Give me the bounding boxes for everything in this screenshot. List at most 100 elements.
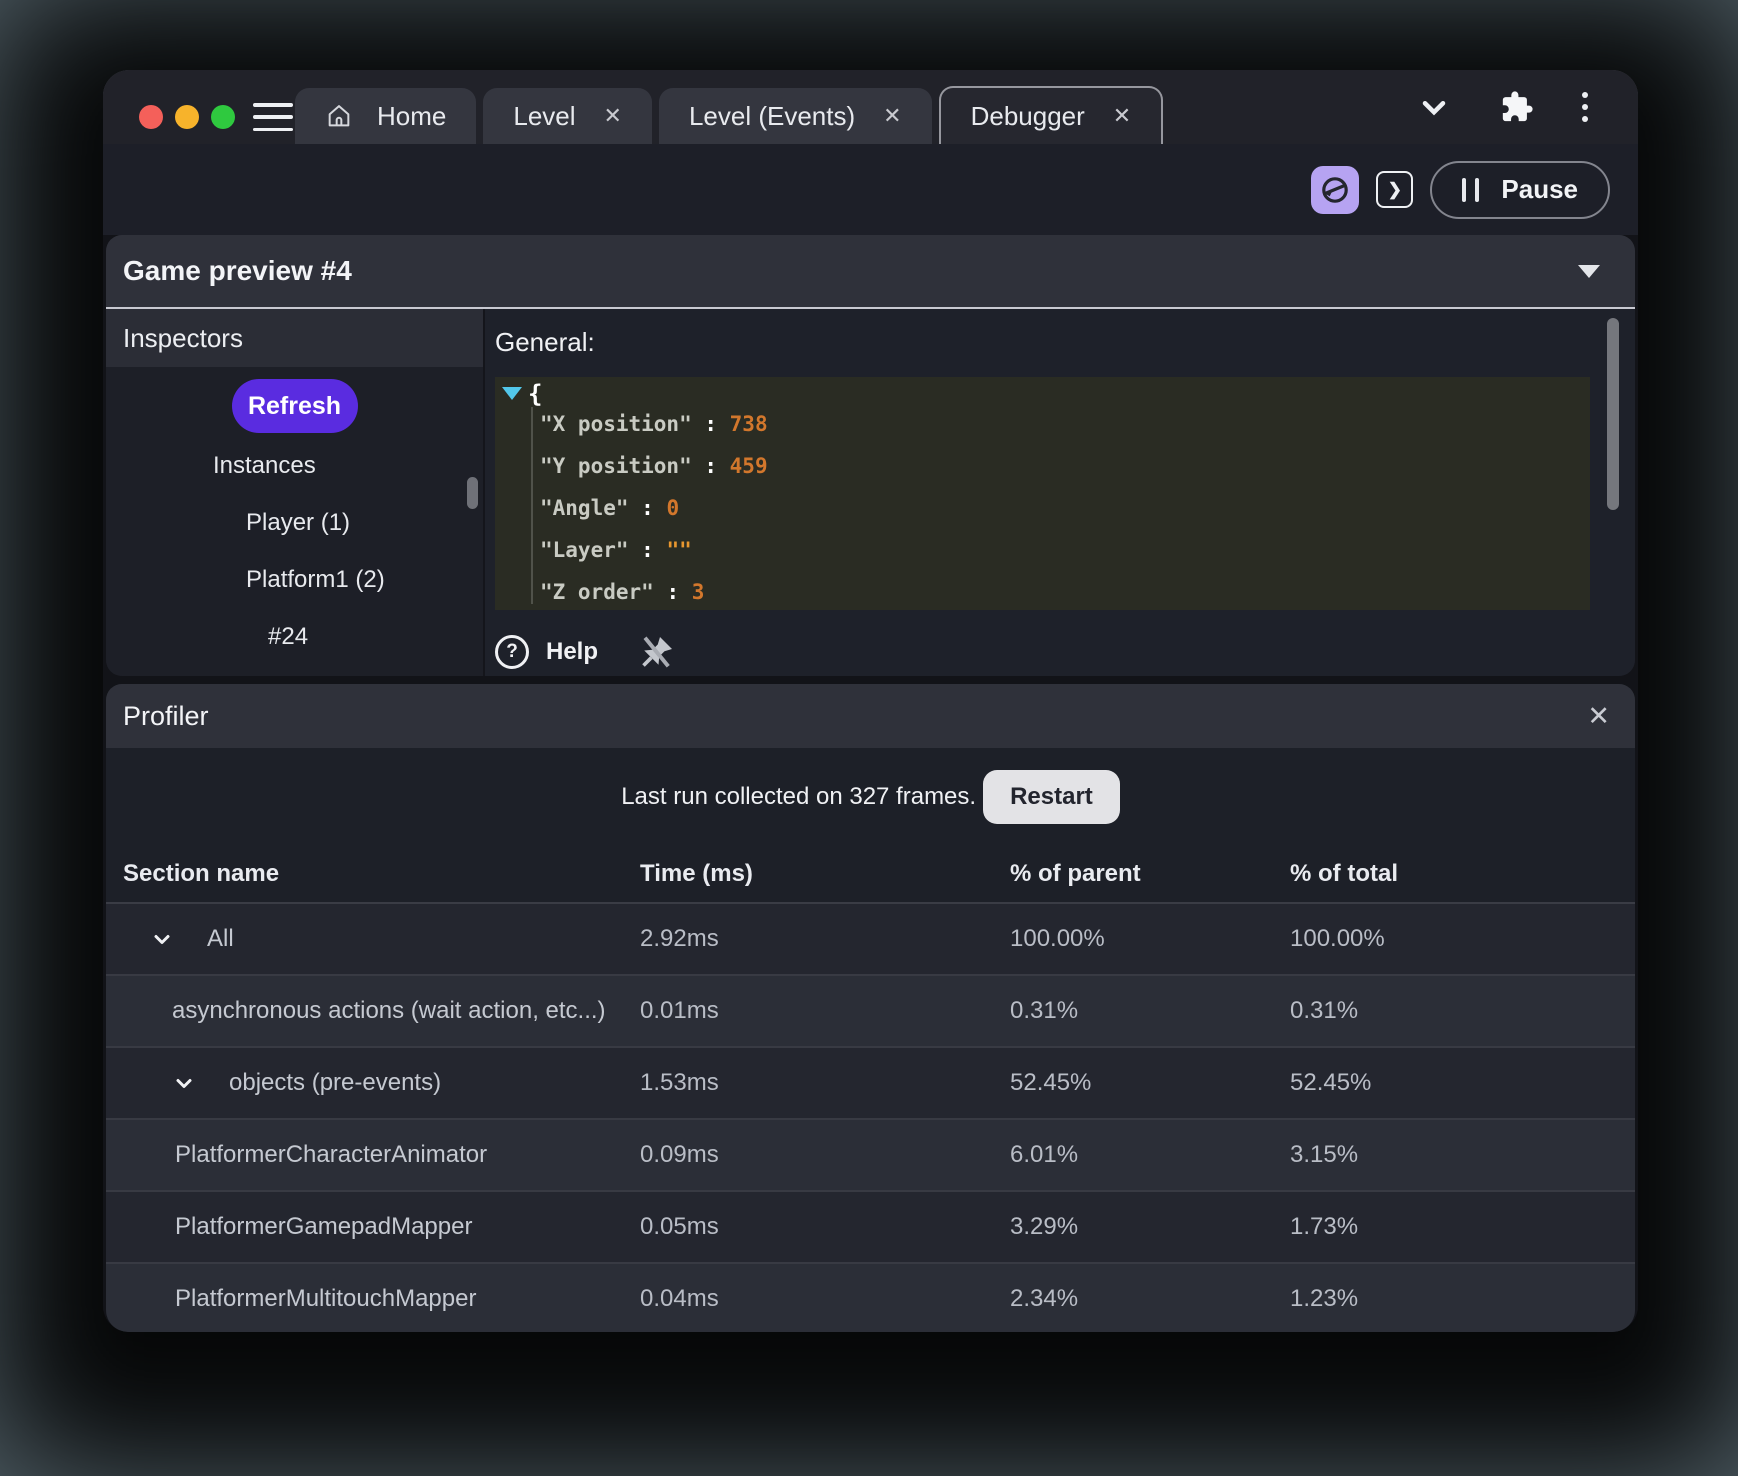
section-name-label: PlatformerGamepadMapper <box>175 1213 473 1240</box>
expand-chevron-icon[interactable] <box>150 927 174 951</box>
time-cell: 0.05ms <box>640 1213 719 1240</box>
percent-parent-cell: 100.00% <box>1010 925 1105 952</box>
question-circle-icon[interactable]: ? <box>495 635 529 669</box>
help-row: ? Help <box>495 634 675 670</box>
inspector-tree-item[interactable]: Player (1) <box>106 494 483 551</box>
titlebar: Home ✕ Level ✕ Level (Events) ✕ <box>103 70 1638 144</box>
tab-close-icon[interactable]: ✕ <box>600 103 622 129</box>
json-property-line: "X position" : 738 <box>540 412 768 436</box>
caret-down-icon[interactable] <box>1578 265 1600 278</box>
minimize-window-button[interactable] <box>175 105 199 129</box>
close-icon[interactable]: ✕ <box>1587 701 1610 732</box>
json-value: 459 <box>729 454 768 478</box>
console-icon[interactable]: ❯ <box>1376 171 1414 208</box>
time-cell: 0.01ms <box>640 997 719 1024</box>
hamburger-menu-icon[interactable] <box>253 103 293 131</box>
tab-close-icon[interactable]: ✕ <box>1109 103 1131 129</box>
time-cell: 0.04ms <box>640 1285 719 1312</box>
profiler-panel: Profiler ✕ Last run collected on 327 fra… <box>106 684 1635 1332</box>
game-preview-header[interactable]: Game preview #4 <box>106 235 1635 309</box>
chevron-down-icon[interactable] <box>1416 89 1452 125</box>
percent-total-cell: 1.73% <box>1290 1213 1359 1240</box>
tab-bar: Home ✕ Level ✕ Level (Events) ✕ <box>295 86 1164 144</box>
refresh-button[interactable]: Refresh <box>231 379 358 433</box>
json-property-line: "Y position" : 459 <box>540 454 768 478</box>
time-cell: 2.92ms <box>640 925 719 952</box>
game-preview-panel: Game preview #4 Inspectors Refresh Insta… <box>106 235 1635 676</box>
column-time: Time (ms) <box>640 860 753 887</box>
tab-close-icon[interactable]: ✕ <box>879 103 901 129</box>
profiler-table-row[interactable]: All 2.92ms 100.00% 100.00% <box>106 904 1635 974</box>
general-panel: General: { "X position" : 738 "Y positio… <box>485 309 1635 676</box>
profiler-table-row[interactable]: asynchronous actions (wait action, etc..… <box>106 974 1635 1046</box>
section-name-cell: PlatformerMultitouchMapper <box>106 1285 640 1313</box>
section-name-cell: PlatformerCharacterAnimator <box>106 1141 640 1169</box>
section-name-label: All <box>207 925 234 952</box>
expand-chevron-icon[interactable] <box>172 1071 196 1095</box>
section-name-cell: All <box>106 925 640 953</box>
inspectors-scrollbar[interactable] <box>467 477 478 509</box>
close-window-button[interactable] <box>139 105 163 129</box>
general-scrollbar[interactable] <box>1607 318 1619 510</box>
section-name-cell: asynchronous actions (wait action, etc..… <box>106 997 640 1025</box>
percent-total-cell: 100.00% <box>1290 925 1385 952</box>
json-key: "Layer" <box>540 538 629 562</box>
json-expander-icon[interactable] <box>502 387 522 400</box>
inspector-tree-item[interactable]: Instances <box>106 437 483 494</box>
pause-button[interactable]: Pause <box>1430 160 1610 219</box>
tree-item-label: Instances <box>213 451 316 479</box>
percent-parent-cell: 3.29% <box>1010 1213 1079 1240</box>
json-value: "" <box>666 538 692 562</box>
section-name-label: PlatformerMultitouchMapper <box>175 1285 477 1312</box>
tab-level[interactable]: Level ✕ <box>483 88 652 144</box>
home-icon <box>325 102 353 130</box>
tab-label: Level (Events) <box>688 100 856 131</box>
profiler-status-text: Last run collected on 327 frames. <box>621 783 977 810</box>
tab-label: Level <box>513 100 576 131</box>
profiler-table-rows: All 2.92ms 100.00% 100.00% asynchronous … <box>106 904 1635 1332</box>
inspectors-title: Inspectors <box>123 322 243 353</box>
json-value: 738 <box>729 412 768 436</box>
column-section-name: Section name <box>123 860 280 887</box>
json-key: "Z order" <box>540 580 654 604</box>
profiler-table-row[interactable]: objects (pre-events) 1.53ms 52.45% 52.45… <box>106 1046 1635 1118</box>
json-value: 0 <box>666 496 680 520</box>
puzzle-extensions-icon[interactable] <box>1500 90 1534 124</box>
help-label[interactable]: Help <box>546 638 598 666</box>
zoom-window-button[interactable] <box>211 105 235 129</box>
json-key: "Y position" <box>540 454 692 478</box>
profiler-table-row[interactable]: PlatformerCharacterAnimator 0.09ms 6.01%… <box>106 1118 1635 1190</box>
tree-item-label: Player (1) <box>246 508 351 536</box>
pause-label: Pause <box>1501 174 1578 204</box>
percent-parent-cell: 0.31% <box>1010 997 1079 1024</box>
kebab-menu-icon[interactable] <box>1582 92 1588 122</box>
tab-level-events-[interactable]: Level (Events) ✕ <box>658 88 932 144</box>
percent-parent-cell: 2.34% <box>1010 1285 1079 1312</box>
tab-home[interactable]: Home ✕ <box>295 88 477 144</box>
inspectors-panel: Inspectors Refresh Instances Player (1) … <box>106 309 483 676</box>
pin-off-icon[interactable] <box>639 634 675 670</box>
inspector-tree-item[interactable]: #24 <box>106 608 483 665</box>
tree-item-label: Platform1 (2) <box>246 565 385 593</box>
section-name-label: objects (pre-events) <box>229 1069 442 1096</box>
section-name-label: asynchronous actions (wait action, etc..… <box>172 997 606 1024</box>
percent-total-cell: 0.31% <box>1290 997 1359 1024</box>
percent-total-cell: 3.15% <box>1290 1141 1359 1168</box>
percent-total-cell: 1.23% <box>1290 1285 1359 1312</box>
json-property-line: "Z order" : 3 <box>540 580 705 604</box>
inspector-tree-item[interactable]: Platform1 (2) <box>106 551 483 608</box>
restart-button[interactable]: Restart <box>983 770 1120 824</box>
profiler-title: Profiler <box>123 700 209 731</box>
tab-debugger[interactable]: Debugger ✕ <box>938 86 1164 144</box>
profiler-gauge-icon[interactable] <box>1311 165 1360 214</box>
profiler-table-row[interactable]: PlatformerMultitouchMapper 0.04ms 2.34% … <box>106 1262 1635 1332</box>
json-lines: "X position" : 738 "Y position" : 459 "A… <box>540 403 768 610</box>
profiler-table-row[interactable]: PlatformerGamepadMapper 0.05ms 3.29% 1.7… <box>106 1190 1635 1262</box>
tree-item-label: #24 <box>268 622 309 650</box>
profiler-table-header: Section name Time (ms) % of parent % of … <box>106 846 1635 904</box>
json-key: "X position" <box>540 412 692 436</box>
time-cell: 1.53ms <box>640 1069 719 1096</box>
json-property-line: "Layer" : "" <box>540 538 692 562</box>
percent-parent-cell: 6.01% <box>1010 1141 1079 1168</box>
inspectors-header: Inspectors <box>106 309 483 367</box>
